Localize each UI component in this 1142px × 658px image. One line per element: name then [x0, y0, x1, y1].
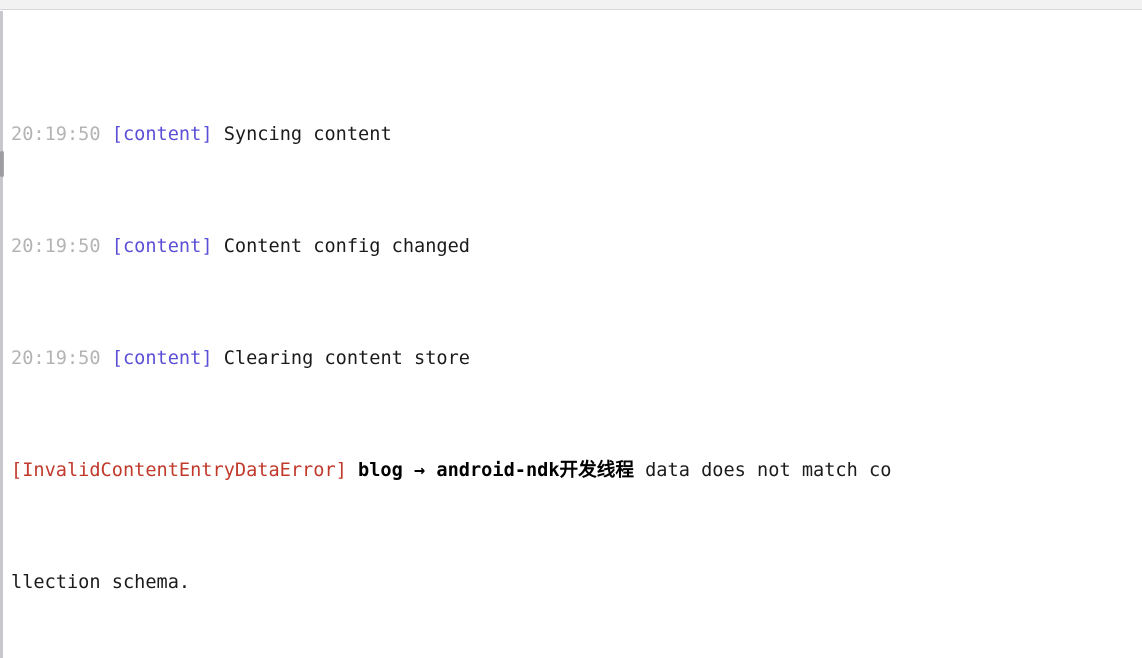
error-header-line: [InvalidContentEntryDataError] blog → an…	[11, 457, 1142, 485]
error-message-wrap-line: llection schema.	[11, 569, 1142, 597]
log-timestamp: 20:19:50	[11, 124, 101, 145]
log-space	[101, 124, 112, 145]
log-line: 20:19:50 [content] Syncing content	[11, 121, 1142, 149]
terminal-left-gutter	[0, 11, 4, 658]
terminal-top-bar	[0, 0, 1142, 10]
log-space	[213, 348, 224, 369]
log-message: Clearing content store	[223, 348, 470, 369]
log-tag: [content]	[111, 236, 213, 257]
log-space	[213, 236, 224, 257]
log-space	[101, 236, 112, 257]
log-line: 20:19:50 [content] Clearing content stor…	[11, 345, 1142, 373]
error-name: [InvalidContentEntryDataError]	[11, 460, 347, 481]
terminal-output: 20:19:50 [content] Syncing content 20:19…	[11, 11, 1142, 658]
error-entry: blog → android-ndk开发线程	[358, 460, 634, 481]
error-space	[347, 460, 358, 481]
log-message: Content config changed	[223, 236, 470, 257]
log-space	[213, 124, 224, 145]
log-space	[101, 348, 112, 369]
log-timestamp: 20:19:50	[11, 348, 101, 369]
log-tag: [content]	[111, 124, 213, 145]
log-tag: [content]	[111, 348, 213, 369]
log-line: 20:19:50 [content] Content config change…	[11, 233, 1142, 261]
error-message-part2: llection schema.	[11, 572, 191, 593]
error-message-part1: data does not match co	[633, 460, 892, 481]
terminal-window: 20:19:50 [content] Syncing content 20:19…	[0, 0, 1142, 658]
scrollbar-thumb[interactable]	[0, 151, 4, 177]
log-timestamp: 20:19:50	[11, 236, 101, 257]
log-message: Syncing content	[223, 124, 392, 145]
